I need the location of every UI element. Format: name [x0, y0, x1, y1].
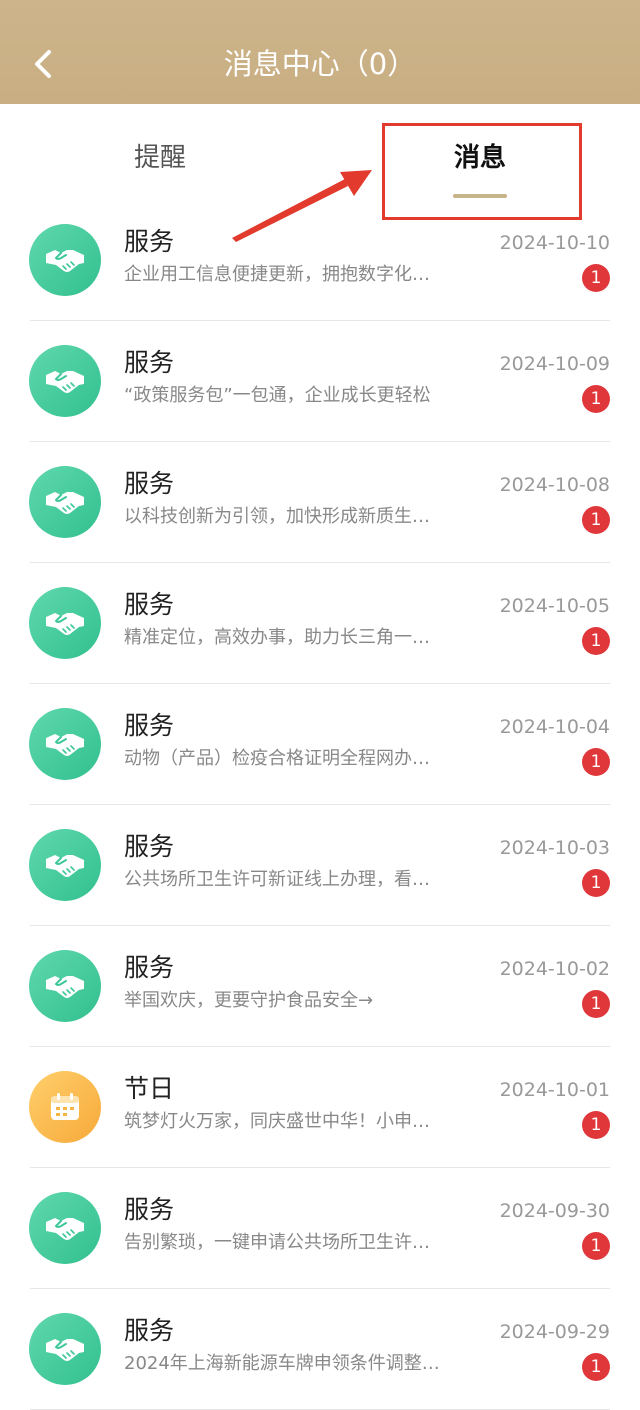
message-item[interactable]: 服务告别繁琐，一键申请公共场所卫生许… 2024-09-30 1	[0, 1168, 640, 1289]
message-date: 2024-09-29	[499, 1321, 610, 1343]
message-preview: 企业用工信息便捷更新，拥抱数字化…	[124, 264, 430, 285]
message-preview: 公共场所卫生许可新证线上办理，看…	[124, 869, 430, 890]
message-item[interactable]: 服务动物（产品）检疫合格证明全程网办… 2024-10-04 1	[0, 684, 640, 805]
message-avatar	[29, 587, 101, 659]
handshake-icon	[46, 855, 84, 877]
message-title: 服务	[124, 227, 175, 256]
message-title: 服务	[124, 953, 175, 982]
message-list: 服务 企业用工信息便捷更新，拥抱数字化… 2024-10-10 1 服务 “政策服务包”一…	[0, 200, 640, 1410]
unread-badge: 1	[582, 385, 610, 413]
message-date: 2024-10-03	[499, 837, 610, 859]
message-title: 服务	[124, 469, 175, 498]
message-item[interactable]: 服务公共场所卫生许可新证线上办理，看… 2024-10-03 1	[0, 805, 640, 926]
unread-badge: 1	[582, 1353, 610, 1381]
unread-badge: 1	[582, 869, 610, 897]
message-avatar	[29, 708, 101, 780]
message-avatar	[29, 1313, 101, 1385]
message-item[interactable]: 服务举国欢庆，更要守护食品安全→ 2024-10-02 1	[0, 926, 640, 1047]
message-preview: 精准定位，高效办事，助力长三角一…	[124, 627, 430, 648]
page-title: 消息中心（0）	[223, 47, 417, 81]
message-title: 服务	[124, 711, 175, 740]
handshake-icon	[46, 492, 84, 514]
message-date: 2024-10-05	[499, 595, 610, 617]
message-avatar	[29, 1192, 101, 1264]
unread-badge: 1	[582, 748, 610, 776]
message-date: 2024-10-04	[499, 716, 610, 738]
message-title: 服务	[124, 1195, 175, 1224]
message-preview: 筑梦灯火万家，同庆盛世中华！小申…	[124, 1111, 430, 1132]
handshake-icon	[46, 734, 84, 756]
handshake-icon	[46, 613, 84, 635]
active-tab-indicator	[453, 194, 507, 198]
message-title: 节日	[124, 1074, 175, 1103]
message-date: 2024-09-30	[499, 1200, 610, 1222]
message-avatar	[29, 345, 101, 417]
unread-badge: 1	[582, 264, 610, 292]
message-item[interactable]: 服务 2024年上海新能源车牌申领条件调整… 2024-09-29 1	[0, 1289, 640, 1410]
message-preview: “政策服务包”一包通，企业成长更轻松	[124, 385, 431, 406]
message-preview: 以科技创新为引领，加快形成新质生…	[124, 506, 430, 527]
message-avatar	[29, 224, 101, 296]
handshake-icon	[46, 250, 84, 272]
unread-badge: 1	[582, 506, 610, 534]
handshake-icon	[46, 1339, 84, 1361]
message-date: 2024-10-01	[499, 1079, 610, 1101]
message-date: 2024-10-09	[499, 353, 610, 375]
message-date: 2024-10-08	[499, 474, 610, 496]
message-item[interactable]: 服务以科技创新为引领，加快形成新质生… 2024-10-08 1	[0, 442, 640, 563]
message-avatar	[29, 1071, 101, 1143]
message-date: 2024-10-02	[499, 958, 610, 980]
message-item[interactable]: 服务企业用工信息便捷更新，拥抱数字化… 2024-10-10 1	[0, 200, 640, 321]
message-date: 2024-10-10	[499, 232, 610, 254]
handshake-icon	[46, 1218, 84, 1240]
message-preview: 告别繁琐，一键申请公共场所卫生许…	[124, 1232, 430, 1253]
message-preview: 举国欢庆，更要守护食品安全→	[124, 990, 374, 1011]
app-header: 消息中心（0）	[0, 0, 640, 104]
unread-badge: 1	[582, 627, 610, 655]
message-preview: 2024年上海新能源车牌申领条件调整…	[124, 1353, 440, 1374]
message-avatar	[29, 829, 101, 901]
message-title: 服务	[124, 1316, 175, 1345]
message-item[interactable]: 服务精准定位，高效办事，助力长三角一… 2024-10-05 1	[0, 563, 640, 684]
unread-badge: 1	[582, 990, 610, 1018]
message-title: 服务	[124, 590, 175, 619]
message-item[interactable]: 服务 “政策服务包”一包通，企业成长更轻松 2024-10-09 1	[0, 321, 640, 442]
handshake-icon	[46, 371, 84, 393]
message-preview: 动物（产品）检疫合格证明全程网办…	[124, 748, 430, 769]
message-item[interactable]: 节日筑梦灯火万家，同庆盛世中华！小申… 2024-10-01 1	[0, 1047, 640, 1168]
calendar-icon	[51, 1093, 79, 1120]
message-avatar	[29, 950, 101, 1022]
unread-badge: 1	[582, 1232, 610, 1260]
message-title: 服务	[124, 832, 175, 861]
unread-badge: 1	[582, 1111, 610, 1139]
handshake-icon	[46, 976, 84, 998]
message-title: 服务	[124, 348, 175, 377]
message-avatar	[29, 466, 101, 538]
